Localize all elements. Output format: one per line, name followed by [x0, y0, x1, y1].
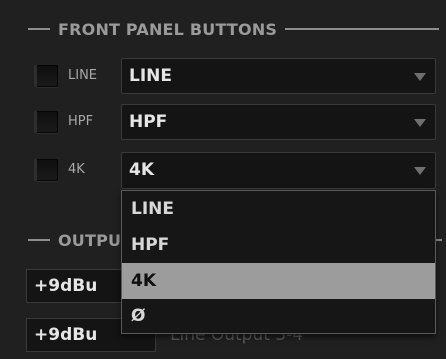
front-panel-header: FRONT PANEL BUTTONS [0, 17, 446, 41]
hpf-select[interactable]: HPF [121, 104, 436, 140]
chevron-down-icon [414, 73, 426, 81]
settings-panel: FRONT PANEL BUTTONS LINE LINE HPF HPF 4K… [0, 0, 446, 359]
line-select-value: LINE [129, 66, 172, 86]
line-toggle-button[interactable] [34, 65, 58, 87]
4k-select-value: 4K [129, 160, 155, 180]
front-panel-row-4k: 4K 4K [0, 152, 446, 189]
line-button-label: LINE [68, 68, 98, 83]
output-rule-right [436, 239, 442, 241]
chevron-down-icon [414, 119, 426, 127]
output-level-value-2: +9dBu [34, 325, 98, 345]
4k-dropdown-menu: LINE HPF 4K Ø [121, 190, 436, 334]
chevron-down-icon [414, 167, 426, 175]
header-rule-right [285, 28, 440, 30]
4k-button-label: 4K [68, 162, 85, 177]
front-panel-row-hpf: HPF HPF [0, 104, 446, 140]
dropdown-option-4k[interactable]: 4K [122, 263, 435, 299]
4k-toggle-button[interactable] [34, 159, 58, 181]
hpf-button-label: HPF [68, 114, 94, 129]
4k-select[interactable]: 4K [121, 152, 436, 189]
hpf-toggle-button[interactable] [34, 111, 58, 133]
dropdown-option-hpf[interactable]: HPF [122, 227, 435, 263]
hpf-select-value: HPF [129, 112, 168, 132]
dropdown-option-line[interactable]: LINE [122, 191, 435, 227]
output-rule-left [28, 239, 50, 241]
dropdown-option-phase[interactable]: Ø [122, 298, 435, 334]
output-level-value-1: +9dBu [34, 276, 98, 296]
front-panel-title: FRONT PANEL BUTTONS [58, 19, 278, 39]
line-select[interactable]: LINE [121, 58, 436, 94]
header-rule-left [28, 28, 50, 30]
output-title: OUTPU [58, 230, 122, 250]
front-panel-row-line: LINE LINE [0, 58, 446, 94]
